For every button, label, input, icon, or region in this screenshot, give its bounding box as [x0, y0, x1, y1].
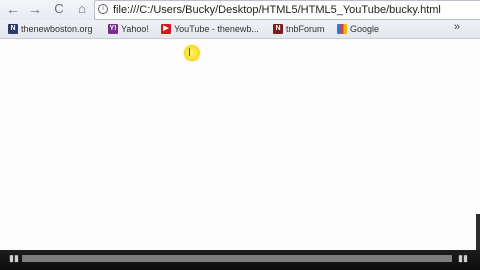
browser-toolbar: ← → C ⌂ i file:///C:/Users/Bucky/Desktop…	[0, 0, 480, 20]
back-arrow-icon[interactable]: ←	[5, 1, 21, 17]
google-favicon-icon	[337, 23, 347, 34]
forward-arrow-icon[interactable]: →	[27, 1, 43, 17]
thenewboston-favicon-icon: N	[8, 23, 18, 34]
vertical-scrollbar[interactable]	[476, 214, 480, 250]
bookmarks-overflow-chevron-icon[interactable]: »	[454, 20, 460, 34]
bookmark-youtube[interactable]: ▶ YouTube - thenewb...	[161, 22, 259, 36]
bookmark-label: thenewboston.org	[21, 24, 93, 34]
bookmark-label: Google	[350, 24, 380, 34]
reload-icon[interactable]: C	[51, 1, 67, 17]
pause-button-icon[interactable]: ▮▮	[9, 254, 19, 263]
address-bar[interactable]: i file:///C:/Users/Bucky/Desktop/HTML5/H…	[94, 0, 480, 20]
bookmark-label: Yahoo!	[121, 24, 149, 34]
yahoo-favicon-icon: Y!	[108, 23, 118, 34]
bookmark-tnbforum[interactable]: NtnbForum	[273, 22, 325, 36]
bookmark-label: tnbForum	[286, 24, 325, 34]
page-info-icon[interactable]: i	[98, 4, 108, 14]
bookmark-yahoo[interactable]: Y! Yahoo!	[108, 22, 149, 36]
mouse-cursor-highlight-icon	[184, 45, 200, 61]
volume-icon[interactable]: ▮▮	[458, 254, 468, 263]
page-viewport	[0, 39, 480, 250]
bookmark-google[interactable]: Google	[337, 22, 379, 36]
video-progress-track[interactable]	[22, 255, 452, 262]
home-icon[interactable]: ⌂	[74, 1, 90, 17]
bookmark-thenewboston[interactable]: Nthenewboston.org	[8, 22, 93, 36]
bookmarks-bar: Nthenewboston.org Y! Yahoo! ▶ YouTube - th…	[0, 20, 480, 39]
tnbforum-favicon-icon: N	[273, 23, 283, 34]
video-controls-bar: ▮▮ ▮▮	[0, 250, 480, 270]
youtube-favicon-icon: ▶	[161, 23, 171, 34]
address-url[interactable]: file:///C:/Users/Bucky/Desktop/HTML5/HTM…	[113, 2, 441, 18]
bookmark-label: YouTube - thenewb...	[174, 24, 259, 34]
